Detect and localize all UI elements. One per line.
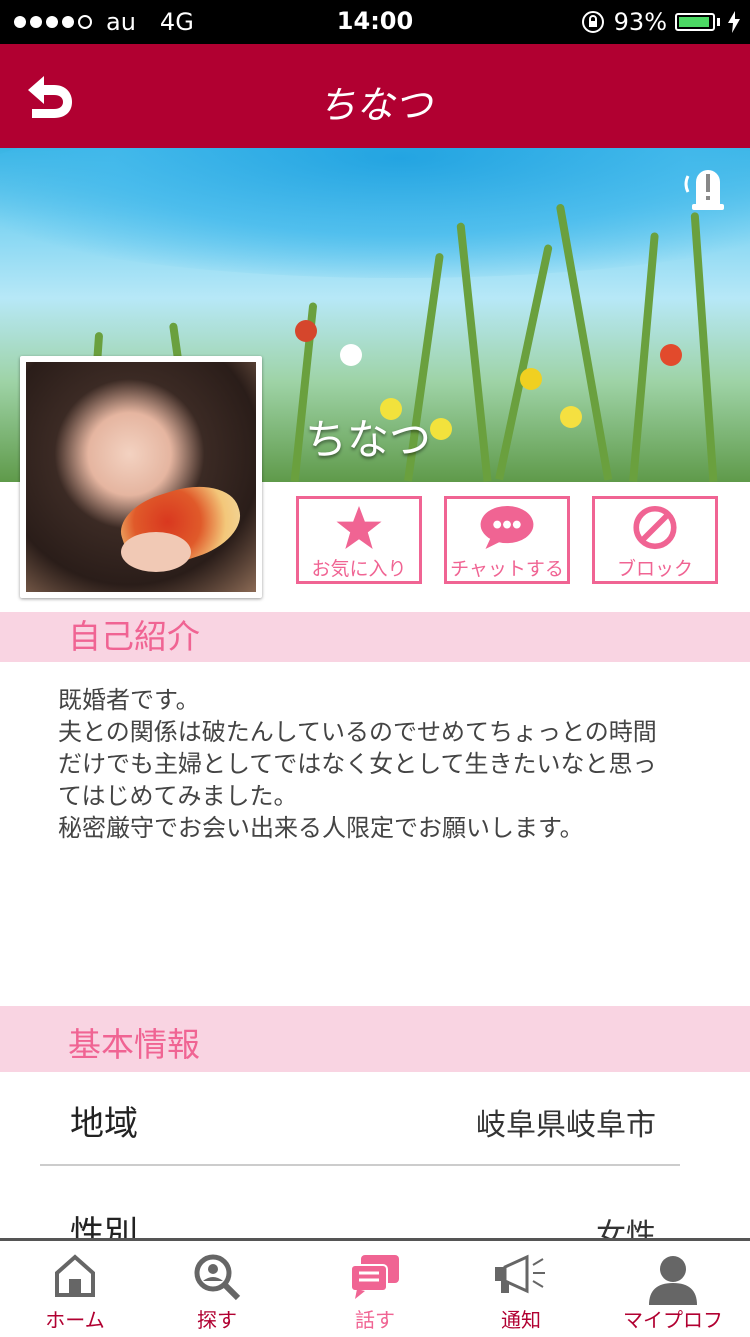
tab-talk-label: 話す	[355, 1308, 395, 1332]
tab-my-profile[interactable]: マイプロフ	[598, 1241, 748, 1337]
intro-line: 秘密厳守でお会い出来る人限定でお願いします。	[58, 814, 584, 842]
info-value: 岐阜県岐阜市	[476, 1108, 656, 1143]
flower	[430, 418, 452, 440]
hand	[121, 532, 191, 572]
tab-search[interactable]: 探す	[142, 1241, 292, 1337]
intro-text: 既婚者です。 夫との関係は破たんしているのでせめてちょっとの時間 だけでも主婦と…	[58, 684, 698, 844]
basic-info-heading: 基本情報	[68, 1025, 200, 1064]
flower	[295, 320, 317, 342]
status-right: 93%	[580, 8, 740, 36]
chat-button[interactable]: チャットする	[444, 496, 570, 584]
intro-heading: 自己紹介	[68, 617, 200, 656]
flower	[560, 406, 582, 428]
charging-bolt-icon	[728, 11, 740, 33]
tab-notification-label: 通知	[501, 1308, 541, 1332]
search-icon	[194, 1254, 241, 1301]
status-bar: au 4G 14:00 93%	[0, 0, 750, 44]
favorite-button[interactable]: お気に入り	[296, 496, 422, 584]
intro-line: てはじめてみました。	[58, 782, 298, 810]
star-icon	[336, 505, 382, 550]
home-icon	[55, 1254, 95, 1297]
avatar-photo	[26, 362, 256, 592]
battery-percent: 93%	[613, 8, 667, 36]
app-header: ちなつ	[0, 44, 750, 148]
battery-icon	[675, 13, 715, 31]
tab-talk[interactable]: 話す	[300, 1241, 450, 1337]
chat-label: チャットする	[450, 558, 564, 580]
tab-home[interactable]: ホーム	[0, 1241, 150, 1337]
tab-search-label: 探す	[197, 1308, 237, 1332]
talk-icon	[350, 1255, 399, 1299]
tab-my-profile-label: マイプロフ	[623, 1308, 723, 1332]
report-button[interactable]	[682, 160, 732, 212]
block-button[interactable]: ブロック	[592, 496, 718, 584]
row-divider	[40, 1164, 680, 1166]
grass-blade	[629, 232, 659, 482]
intro-line: 夫との関係は破たんしているのでせめてちょっとの時間	[58, 718, 657, 746]
flower	[660, 344, 682, 366]
profile-actions: お気に入り チャットする ブロック	[296, 496, 718, 584]
profile-avatar[interactable]	[20, 356, 262, 598]
intro-line: 既婚者です。	[58, 686, 200, 714]
rotation-lock-icon	[581, 11, 604, 33]
info-row-region: 地域 岐阜県岐阜市	[40, 1074, 680, 1168]
block-icon	[633, 505, 677, 550]
flower	[340, 344, 362, 366]
alert-report-icon	[684, 170, 724, 210]
favorite-label: お気に入り	[311, 558, 407, 580]
info-key: 地域	[70, 1104, 138, 1144]
chat-bubble-icon	[480, 505, 534, 550]
intro-section-header: 自己紹介	[0, 612, 750, 662]
grass-blade	[495, 243, 553, 481]
tab-home-label: ホーム	[45, 1308, 105, 1332]
profile-name-overlay: ちなつ	[305, 415, 432, 464]
block-label: ブロック	[616, 558, 693, 580]
basic-info-section-header: 基本情報	[0, 1006, 750, 1072]
battery-tip	[717, 18, 720, 26]
tab-notification[interactable]: 通知	[446, 1241, 596, 1337]
bottom-tab-bar: ホーム 探す 話す 通知 マイプロフ	[0, 1238, 750, 1337]
intro-line: だけでも主婦としてではなく女として生きたいなと思っ	[58, 750, 657, 778]
flower	[520, 368, 542, 390]
page-title: ちなつ	[317, 83, 432, 127]
megaphone-icon	[495, 1254, 545, 1294]
water-wave	[0, 148, 750, 278]
person-icon	[649, 1256, 697, 1305]
